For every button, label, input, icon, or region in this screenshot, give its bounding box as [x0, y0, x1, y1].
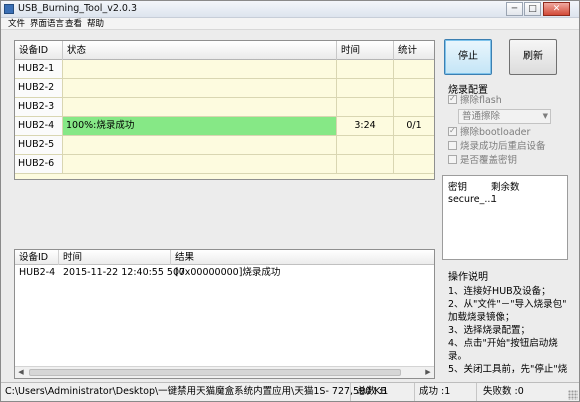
log-result: [0x00000000]烧录成功: [175, 267, 281, 278]
device-time: [337, 155, 394, 173]
help-line: 3、选择烧录配置；: [448, 325, 531, 336]
app-window: USB_Burning_Tool_v2.0.3 ─ □ ✕ 文件 界面语言 查看…: [0, 0, 580, 402]
erase-flash-checkbox[interactable]: 擦除flash: [448, 93, 502, 107]
header-device-id[interactable]: 设备ID: [15, 41, 63, 60]
checkbox-unchecked-icon[interactable]: [448, 141, 457, 150]
header-status[interactable]: 状态: [63, 41, 337, 60]
help-line: 4、点击"开始"按钮启动烧: [448, 338, 558, 349]
overwrite-key-label: 是否覆盖密钥: [460, 155, 518, 166]
log-row[interactable]: HUB2-4 2015-11-22 12:40:55 507 [0x000000…: [15, 265, 434, 280]
app-icon: [4, 4, 14, 14]
device-stat: [394, 79, 434, 97]
erase-mode-value: 普通擦除: [462, 111, 501, 122]
header-stat[interactable]: 统计: [394, 41, 434, 60]
table-row[interactable]: HUB2-6: [15, 155, 434, 174]
header-time[interactable]: 时间: [337, 41, 394, 60]
log-device-id: HUB2-4: [19, 267, 56, 278]
reboot-after-checkbox[interactable]: 烧录成功后重启设备: [448, 141, 546, 153]
help-title: 操作说明: [448, 272, 488, 283]
device-stat: [394, 60, 434, 78]
help-line: 5、关闭工具前，先"停止"烧: [448, 364, 568, 375]
erase-flash-label: 擦除flash: [460, 95, 502, 106]
device-time: [337, 79, 394, 97]
close-button[interactable]: ✕: [543, 2, 570, 16]
key-remaining: 1: [491, 194, 498, 205]
menu-file[interactable]: 文件: [8, 18, 25, 30]
table-row[interactable]: HUB2-1: [15, 60, 434, 79]
device-id: HUB2-4: [15, 117, 63, 135]
help-line: 2、从"文件"－"导入烧录包": [448, 299, 567, 310]
log-header-result[interactable]: 结果: [171, 250, 434, 265]
device-status: [63, 60, 337, 78]
device-time: [337, 98, 394, 116]
log-horizontal-scrollbar[interactable]: ◀ ▶: [15, 366, 434, 378]
resize-grip-icon[interactable]: [568, 390, 578, 400]
overwrite-key-checkbox[interactable]: 是否覆盖密钥: [448, 155, 517, 167]
stop-button[interactable]: 停止: [444, 39, 492, 75]
status-fail: 失败数 :0: [483, 386, 524, 397]
checkbox-checked-icon[interactable]: [448, 93, 457, 105]
device-stat: 0/1: [406, 120, 422, 131]
scroll-thumb[interactable]: [29, 369, 401, 376]
device-id: HUB2-6: [15, 155, 63, 173]
device-time: 3:24: [337, 117, 394, 135]
device-table: 设备ID 状态 时间 统计 HUB2-1 HUB2-2 HUB2-3 HUB2-…: [14, 40, 435, 180]
reboot-after-label: 烧录成功后重启设备: [460, 141, 546, 152]
device-time: [337, 136, 394, 154]
table-row[interactable]: HUB2-2: [15, 79, 434, 98]
erase-mode-select[interactable]: 普通擦除 ▼: [458, 109, 551, 124]
table-row[interactable]: HUB2-3: [15, 98, 434, 117]
device-table-header: 设备ID 状态 时间 统计: [15, 41, 434, 60]
status-success: 成功 :1: [417, 383, 477, 401]
checkbox-checked-icon[interactable]: [448, 125, 457, 137]
status-path: C:\Users\Administrator\Desktop\一键禁用天猫魔盒系…: [3, 383, 387, 401]
menu-language[interactable]: 界面语言: [30, 18, 64, 30]
maximize-button[interactable]: □: [524, 2, 541, 16]
device-id: HUB2-5: [15, 136, 63, 154]
status-bar: C:\Users\Administrator\Desktop\一键禁用天猫魔盒系…: [1, 382, 579, 401]
device-time: [337, 60, 394, 78]
device-stat: [394, 98, 434, 116]
log-table-header: 设备ID 时间 结果: [15, 250, 434, 265]
log-header-device-id[interactable]: 设备ID: [15, 250, 59, 265]
chevron-down-icon: ▼: [542, 112, 548, 120]
table-row[interactable]: HUB2-4 100%:烧录成功 3:24 0/1: [15, 117, 434, 136]
device-stat: [394, 136, 434, 154]
log-header-time[interactable]: 时间: [59, 250, 171, 265]
help-line: 加载烧录镜像；: [448, 312, 515, 323]
log-time: 2015-11-22 12:40:55 507: [63, 267, 186, 278]
menu-bar: 文件 界面语言 查看 帮助: [1, 18, 579, 30]
menu-help[interactable]: 帮助: [87, 18, 104, 30]
key-header-name[interactable]: 密钥: [448, 179, 467, 193]
device-status: [63, 136, 337, 154]
log-table: 设备ID 时间 结果 HUB2-4 2015-11-22 12:40:55 50…: [14, 249, 435, 379]
scroll-right-icon[interactable]: ▶: [422, 367, 434, 378]
device-status: 100%:烧录成功: [63, 117, 337, 135]
key-name[interactable]: secure_...: [448, 194, 493, 205]
table-row[interactable]: HUB2-5: [15, 136, 434, 155]
device-id: HUB2-2: [15, 79, 63, 97]
help-line: 1、连接好HUB及设备；: [448, 286, 551, 297]
checkbox-unchecked-icon[interactable]: [448, 155, 457, 164]
refresh-button[interactable]: 刷新: [509, 39, 557, 75]
help-line: 录。: [448, 351, 468, 362]
device-status: [63, 98, 337, 116]
window-title: USB_Burning_Tool_v2.0.3: [18, 3, 137, 14]
title-bar[interactable]: USB_Burning_Tool_v2.0.3 ─ □ ✕: [1, 1, 579, 18]
key-table: 密钥 剩余数 secure_... 1: [442, 175, 568, 260]
minimize-button[interactable]: ─: [506, 2, 523, 16]
status-total: 总数 :1: [355, 383, 415, 401]
device-status: [63, 79, 337, 97]
key-header-remaining[interactable]: 剩余数: [491, 179, 520, 193]
device-id: HUB2-3: [15, 98, 63, 116]
erase-bootloader-checkbox[interactable]: 擦除bootloader: [448, 125, 531, 139]
menu-view[interactable]: 查看: [65, 18, 82, 30]
erase-bootloader-label: 擦除bootloader: [460, 127, 531, 138]
device-stat: [394, 155, 434, 173]
scroll-left-icon[interactable]: ◀: [15, 367, 27, 378]
device-id: HUB2-1: [15, 60, 63, 78]
device-status: [63, 155, 337, 173]
